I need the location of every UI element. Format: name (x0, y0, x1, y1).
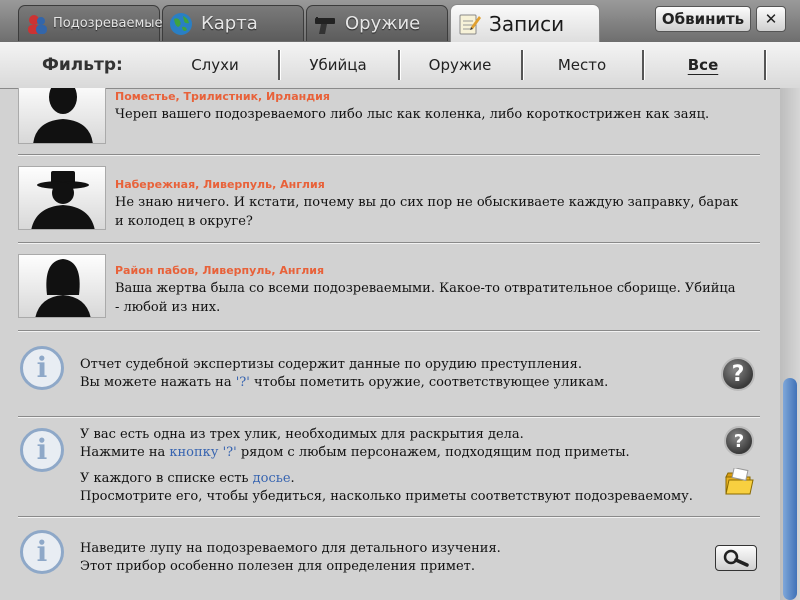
info-text: Отчет судебной экспертизы содержит данны… (80, 356, 608, 392)
suspect-portrait (18, 166, 106, 230)
info-icon (20, 346, 64, 390)
close-button[interactable]: ✕ (756, 6, 786, 32)
help-mark-link: '?' (235, 375, 250, 390)
filter-separator (764, 50, 767, 80)
notes-list: Поместье, Трилистник, Ирландия Череп ваш… (0, 88, 780, 600)
divider (18, 242, 760, 244)
info-message-forensics: Отчет судебной экспертизы содержит данны… (18, 332, 760, 418)
tab-label: Подозреваемые (53, 16, 163, 31)
folder-icon[interactable] (724, 468, 754, 498)
info-icon (20, 428, 64, 472)
entry-text: Ваша жертва была со всеми подозреваемыми… (115, 281, 736, 315)
list-item: Поместье, Трилистник, Ирландия Череп ваш… (18, 88, 760, 156)
filter-rumors[interactable]: Слухи (160, 56, 270, 74)
dossier-link[interactable]: досье (253, 471, 291, 486)
filter-separator (642, 50, 645, 80)
silhouette-icon (33, 88, 93, 143)
filter-all[interactable]: Все (648, 56, 758, 74)
info-line: Отчет судебной экспертизы содержит данны… (80, 357, 582, 372)
suspect-portrait (18, 254, 106, 318)
info-message-clue: У вас есть одна из трех улик, необходимы… (18, 418, 760, 518)
info-icon (20, 530, 64, 574)
info-line: Просмотрите его, чтобы убедиться, наскол… (80, 489, 693, 504)
magnifier-icon (723, 549, 749, 567)
entry-text: Череп вашего подозреваемого либо лыс как… (115, 107, 710, 122)
info-line-part: Вы можете нажать на (80, 375, 236, 390)
help-button[interactable]: ? (721, 357, 755, 391)
help-button[interactable]: ? (724, 426, 754, 456)
notepad-icon (459, 14, 481, 34)
info-line: Этот прибор особенно полезен для определ… (80, 559, 476, 574)
info-line: Наведите лупу на подозреваемого для дета… (80, 541, 501, 556)
info-line: Нажмите на кнопку '?' рядом с любым перс… (80, 444, 693, 462)
filter-separator (278, 50, 281, 80)
divider (18, 154, 760, 156)
filter-place[interactable]: Место (527, 56, 637, 74)
tab-notes[interactable]: Записи (450, 4, 600, 42)
tab-label: Записи (489, 11, 565, 36)
info-line-part: Нажмите на (80, 445, 170, 460)
entry-location: Поместье, Трилистник, Ирландия (115, 90, 330, 103)
info-line: Вы можете нажать на '?' чтобы пометить о… (80, 374, 608, 392)
filter-weapon[interactable]: Оружие (405, 56, 515, 74)
silhouette-icon (35, 259, 91, 317)
info-line: У вас есть одна из трех улик, необходимы… (80, 427, 524, 442)
question-icon: ? (733, 430, 745, 452)
info-line-part: У каждого в списке есть (80, 471, 253, 486)
info-line-part: рядом с любым персонажем, подходящим под… (236, 445, 630, 460)
top-tab-bar: Подозреваемые Карта Оружие Записи Обвини… (0, 0, 800, 43)
info-line-part: . (290, 471, 295, 486)
info-line-part: чтобы пометить оружие, соответствующее у… (249, 375, 609, 390)
tab-map[interactable]: Карта (162, 5, 304, 41)
tab-weapons[interactable]: Оружие (306, 5, 448, 41)
pistol-icon (315, 16, 335, 34)
filter-bar: Фильтр: Слухи Убийца Оружие Место Все (0, 42, 800, 89)
tab-suspects[interactable]: Подозреваемые (18, 5, 163, 41)
suspect-portrait (18, 88, 106, 144)
close-icon: ✕ (764, 10, 778, 28)
help-button-link[interactable]: кнопку '?' (169, 445, 236, 460)
filter-killer[interactable]: Убийца (283, 56, 393, 74)
entry-location: Район пабов, Ливерпуль, Англия (115, 264, 325, 277)
magnifier-button[interactable] (715, 545, 757, 571)
globe-icon (170, 12, 192, 35)
filter-title: Фильтр: (42, 55, 123, 75)
info-text: Наведите лупу на подозреваемого для дета… (80, 540, 501, 576)
accuse-button[interactable]: Обвинить (655, 6, 751, 32)
entry-text: Не знаю ничего. И кстати, почему вы до с… (115, 195, 739, 229)
info-text: У вас есть одна из трех улик, необходимы… (80, 426, 693, 506)
question-icon: ? (731, 361, 745, 387)
tab-label: Оружие (345, 13, 421, 34)
filter-separator (398, 50, 401, 80)
silhouette-icon (31, 171, 95, 229)
list-item: Набережная, Ливерпуль, Англия Не знаю ни… (18, 160, 760, 244)
filter-separator (521, 50, 524, 80)
scrollbar[interactable] (780, 88, 800, 600)
info-line: У каждого в списке есть досье. (80, 470, 693, 488)
entry-location: Набережная, Ливерпуль, Англия (115, 178, 325, 191)
info-message-magnifier: Наведите лупу на подозреваемого для дета… (18, 518, 760, 600)
scroll-thumb[interactable] (783, 378, 797, 600)
tab-label: Карта (201, 13, 258, 34)
suspects-icon (28, 14, 47, 34)
list-item: Район пабов, Ливерпуль, Англия Ваша жерт… (18, 248, 760, 332)
